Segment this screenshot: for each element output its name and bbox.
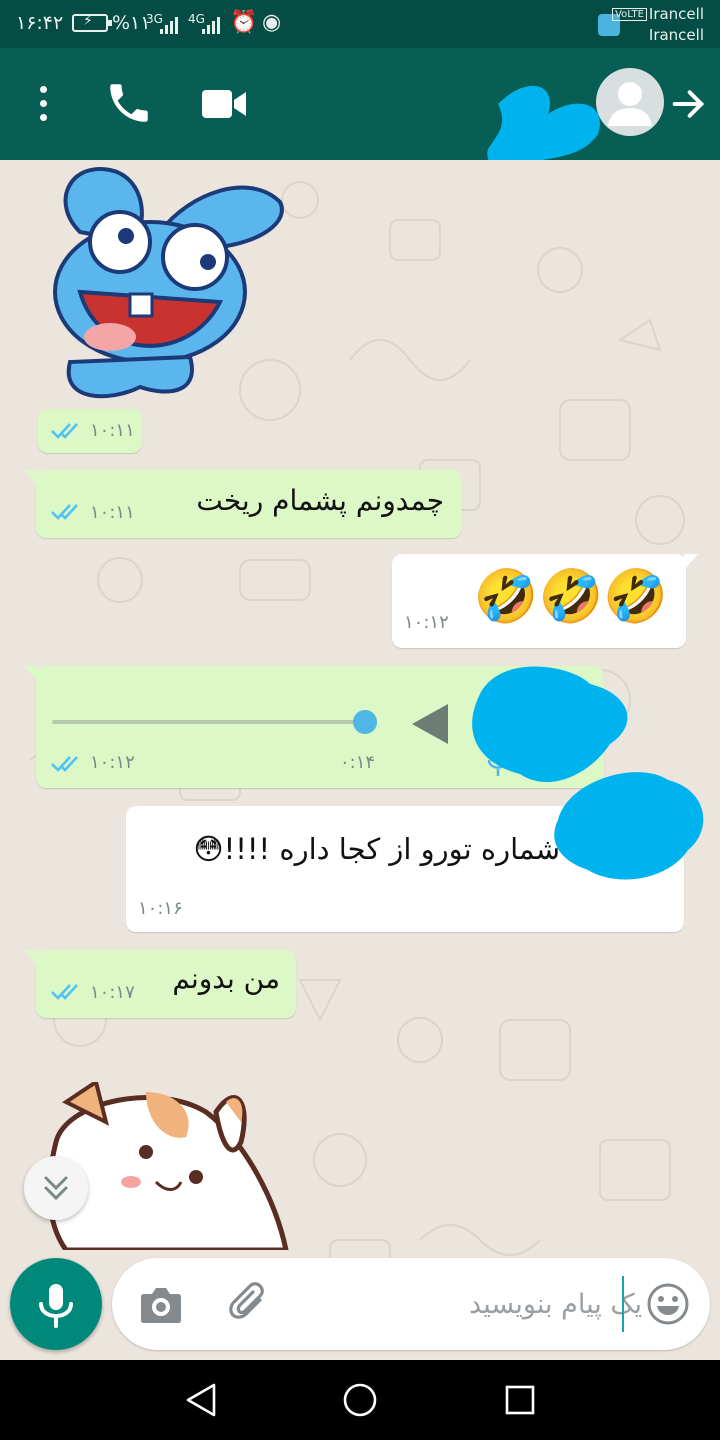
back-arrow-icon[interactable] — [668, 84, 708, 124]
voice-duration: ۰:۱۴ — [340, 752, 376, 773]
carrier-2: Irancell — [648, 26, 704, 44]
mic-icon — [39, 1284, 73, 1328]
message-bubble-outgoing[interactable]: چمدونم پشمام ریخت ۱۰:۱۱ — [24, 470, 462, 538]
message-text: 🤣🤣🤣 — [473, 567, 668, 627]
message-bubble-incoming[interactable]: 🤣🤣🤣 ۱۰:۱۲ — [392, 554, 698, 648]
camera-icon[interactable] — [140, 1284, 182, 1324]
sticker-meta-bubble: ۱۰:۱۱ — [38, 409, 142, 453]
hotspot-icon: ◉ — [262, 10, 282, 35]
read-receipt-icon — [51, 984, 78, 1000]
message-time: ۱۰:۱۱ — [90, 502, 135, 523]
alarm-icon: ⏰ — [230, 10, 258, 35]
battery-icon: ⚡ — [72, 13, 112, 32]
message-time: ۱۰:۱۷ — [90, 982, 135, 1003]
nav-home-icon[interactable] — [342, 1382, 378, 1418]
read-receipt-icon — [51, 423, 78, 439]
signal-icon — [160, 14, 178, 34]
message-text: من بدونم — [172, 962, 280, 995]
read-receipt-icon — [51, 756, 78, 772]
message-time: ۱۰:۱۱ — [90, 420, 135, 441]
carrier-info: VoLTE Irancell Irancell — [612, 4, 704, 46]
volte-badge: VoLTE — [612, 8, 647, 21]
emoji-icon[interactable] — [646, 1282, 690, 1326]
chat-header — [0, 48, 720, 171]
message-time: ۱۰:۱۲ — [404, 612, 449, 633]
voice-progress-handle[interactable] — [353, 710, 377, 734]
status-time: ۱۶:۴۲ — [16, 12, 64, 34]
system-navigation-bar — [0, 1360, 720, 1440]
message-bubble-outgoing[interactable]: من بدونم ۱۰:۱۷ — [24, 950, 296, 1018]
message-time: ۱۰:۱۲ — [90, 752, 135, 773]
play-icon[interactable] — [410, 702, 450, 746]
text-caret — [622, 1276, 624, 1332]
contact-avatar[interactable] — [596, 68, 664, 136]
message-text: چمدونم پشمام ریخت — [196, 484, 444, 517]
message-text: شماره تورو از کجا داره !!!!😳 — [193, 832, 560, 866]
message-time: ۱۰:۱۶ — [138, 898, 183, 919]
double-chevron-down-icon — [44, 1176, 68, 1201]
more-vertical-icon[interactable] — [30, 84, 58, 124]
nav-recents-icon[interactable] — [504, 1384, 536, 1416]
message-composer — [112, 1258, 710, 1350]
blue-bunny-sticker[interactable] — [40, 162, 290, 407]
chat-conversation[interactable]: ۱۰:۱۱ چمدونم پشمام ریخت ۱۰:۱۱ 🤣🤣🤣 ۱۰:۱۲ … — [0, 160, 720, 1360]
scroll-to-bottom-button[interactable] — [24, 1156, 88, 1220]
status-bar: ۱۶:۴۲ ⚡ %۱۱ 3G 4G ⏰ ◉ VoLTE Irancell Iran… — [0, 0, 720, 48]
voice-progress-track[interactable] — [52, 720, 366, 724]
voice-record-button[interactable] — [10, 1258, 102, 1350]
message-input[interactable] — [372, 1278, 642, 1330]
text-redaction — [554, 772, 704, 880]
battery-percent: %۱۱ — [112, 12, 151, 34]
voice-call-icon[interactable] — [104, 78, 154, 128]
nav-back-icon[interactable] — [184, 1382, 218, 1418]
attach-icon[interactable] — [226, 1282, 270, 1326]
read-receipt-icon — [51, 504, 78, 520]
video-call-icon[interactable] — [200, 86, 248, 122]
signal-icon-2 — [202, 14, 220, 34]
carrier-1: Irancell — [648, 5, 704, 23]
